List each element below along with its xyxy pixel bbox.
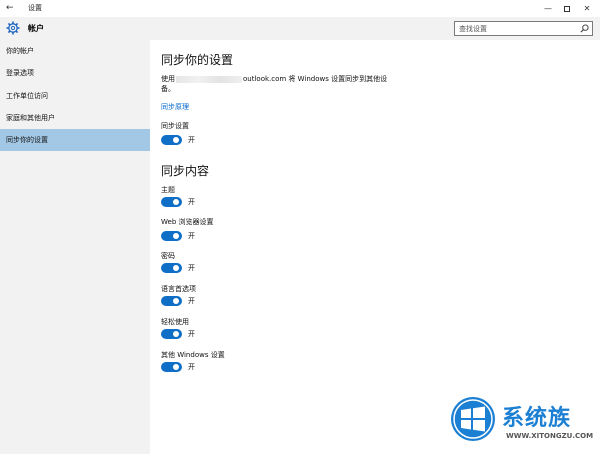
toggle-label: Web 浏览器设置 [161,218,214,226]
other-windows-settings-toggle[interactable] [161,362,182,372]
search-input[interactable] [459,22,575,35]
watermark-brand: 系统族 [502,406,572,431]
toggle-state-label: 开 [188,232,195,240]
passwords-toggle[interactable] [161,263,182,273]
toggle-knob [173,298,179,304]
toggle-label: 主题 [161,186,175,194]
search-box[interactable] [454,21,593,36]
watermark-url: WWW.XITONGZU.COM [506,432,594,440]
sidebar-item-your-account[interactable]: 你的帐户 [0,40,150,62]
gear-icon [6,21,20,35]
toggle-knob [173,331,179,337]
toggle-knob [173,233,179,239]
maximize-icon [564,5,570,12]
sidebar-item-label: 家庭和其他用户 [6,114,55,122]
windows-logo-icon [451,397,495,441]
toggle-knob [173,137,179,143]
toggle-knob [173,364,179,370]
maximize-button[interactable] [557,0,577,17]
theme-toggle[interactable] [161,197,182,207]
back-arrow-icon[interactable]: ← [6,2,18,14]
toggle-state-label: 开 [188,136,195,144]
toggle-state-label: 开 [188,264,195,272]
sidebar-item-work-access[interactable]: 工作单位访问 [0,85,150,107]
redacted-email [176,75,242,83]
web-browser-toggle[interactable] [161,231,182,241]
toggle-state-label: 开 [188,363,195,371]
toggle-state-label: 开 [188,297,195,305]
language-toggle[interactable] [161,296,182,306]
toggle-knob [173,199,179,205]
description-prefix: 使用 [161,75,175,83]
search-icon[interactable] [580,24,589,33]
toggle-label: 密码 [161,252,175,260]
toggle-state-label: 开 [188,198,195,206]
sidebar: 你的帐户 登录选项 工作单位访问 家庭和其他用户 同步你的设置 [0,40,150,454]
page-title: 帐户 [28,24,44,33]
toggle-label: 轻松使用 [161,318,189,326]
sidebar-item-label: 工作单位访问 [6,92,48,100]
window-title: 设置 [28,4,42,12]
sync-setting-label: 同步设置 [161,122,189,130]
close-button[interactable]: ✕ [577,0,597,17]
sync-description: 使用 outlook.com 将 Windows 设置同步到其他设备。 [161,74,391,94]
section-title: 同步内容 [161,164,210,178]
ease-of-access-toggle[interactable] [161,329,182,339]
sync-setting-toggle[interactable] [161,135,182,145]
title-bar: ← 设置 — ✕ [0,0,600,17]
toggle-label: 语言首选项 [161,285,196,293]
section-title: 同步你的设置 [161,53,234,67]
minimize-button[interactable]: — [538,0,558,17]
how-sync-works-link[interactable]: 同步原理 [161,102,189,112]
toggle-state-label: 开 [188,330,195,338]
sidebar-item-label: 同步你的设置 [6,136,48,144]
toggle-label: 其他 Windows 设置 [161,351,225,359]
sidebar-item-label: 登录选项 [6,69,34,77]
main-content: 同步你的设置 使用 outlook.com 将 Windows 设置同步到其他设备… [150,40,600,454]
toggle-knob [173,265,179,271]
sidebar-item-family-other-users[interactable]: 家庭和其他用户 [0,107,150,129]
sidebar-item-label: 你的帐户 [6,47,34,55]
sidebar-item-sync-settings[interactable]: 同步你的设置 [0,129,150,151]
sidebar-item-sign-in-options[interactable]: 登录选项 [0,62,150,84]
